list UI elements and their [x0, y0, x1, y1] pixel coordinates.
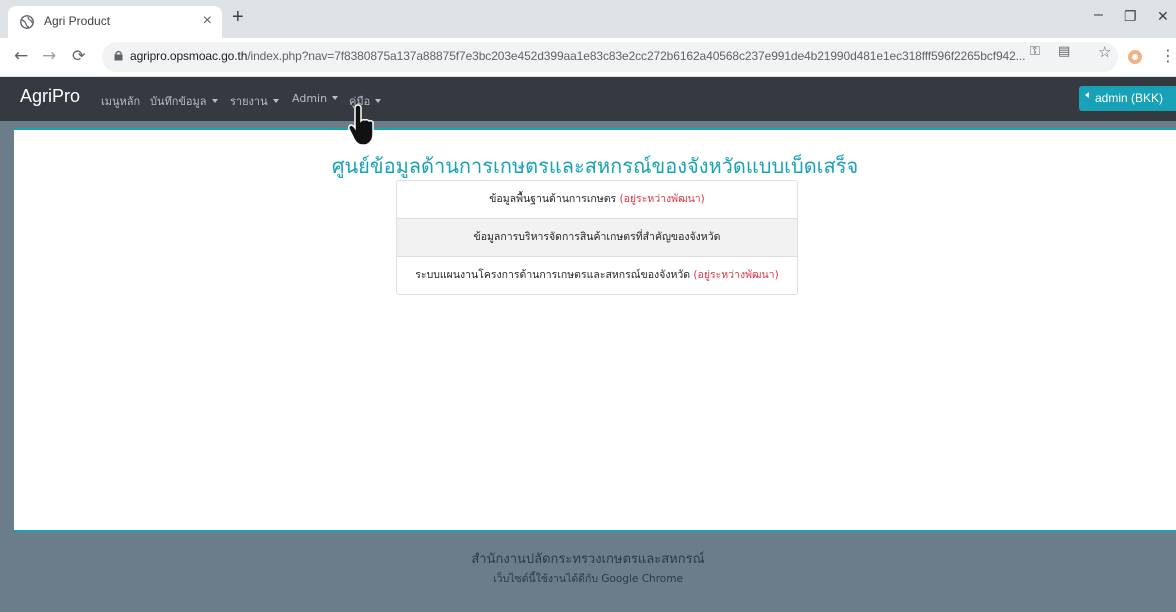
status-note: (อยู่ระหว่างพัฒนา) — [693, 269, 779, 281]
list-item-text: ระบบแผนงานโครงการด้านการเกษตรและสหกรณ์ขอ… — [415, 269, 691, 281]
list-item[interactable]: ระบบแผนงานโครงการด้านการเกษตรและสหกรณ์ขอ… — [397, 256, 797, 294]
nav-item-admin[interactable]: Admin — [292, 92, 339, 105]
address-bar[interactable]: agripro.opsmoac.go.th/index.php?nav=7f83… — [102, 42, 1118, 72]
caret-down-icon — [332, 96, 339, 100]
url-domain: agripro.opsmoac.go.th — [130, 49, 248, 63]
caret-down-icon — [375, 99, 382, 103]
key-icon[interactable]: ⚿ — [1030, 44, 1040, 59]
translate-icon[interactable]: ▤ — [1058, 44, 1070, 59]
brand-logo[interactable]: AgriPro — [20, 86, 80, 107]
reload-icon[interactable]: ⟳ — [72, 46, 85, 65]
status-note: (อยู่ระหว่างพัฒนา) — [619, 193, 705, 205]
user-button[interactable]: admin (BKK) — [1079, 86, 1176, 111]
caret-left-icon — [1085, 92, 1089, 98]
nav-label: Admin — [292, 92, 328, 105]
star-icon[interactable]: ☆ — [1098, 43, 1111, 61]
nav-item-record[interactable]: บันทึกข้อมูล — [150, 92, 218, 110]
menu-icon[interactable]: ⋮ — [1160, 46, 1176, 65]
list-item-text: ข้อมูลพื้นฐานด้านการเกษตร — [489, 193, 617, 205]
new-tab-icon[interactable]: + — [232, 6, 244, 29]
caret-down-icon — [272, 99, 279, 103]
footer-org: สำนักงานปลัดกระทรวงเกษตรและสหกรณ์ — [471, 552, 705, 567]
forward-icon[interactable]: → — [42, 46, 56, 66]
menu-list: ข้อมูลพื้นฐานด้านการเกษตร (อยู่ระหว่างพั… — [396, 180, 798, 295]
content-card: ศูนย์ข้อมูลด้านการเกษตรและสหกรณ์ของจังหว… — [14, 128, 1176, 532]
nav-item-report[interactable]: รายงาน — [230, 92, 279, 110]
caret-down-icon — [211, 99, 218, 103]
lock-icon — [114, 50, 123, 61]
hand-cursor-icon — [348, 104, 374, 146]
nav-item-home[interactable]: เมนูหลัก — [101, 92, 140, 110]
list-item[interactable]: ข้อมูลพื้นฐานด้านการเกษตร (อยู่ระหว่างพั… — [397, 181, 797, 218]
footer-note: เว็บไซต์นี้ใช้งานได้ดีกับ Google Chrome — [493, 573, 683, 585]
restore-icon[interactable]: ❐ — [1124, 8, 1137, 25]
list-item-text: ข้อมูลการบริหารจัดการสินค้าเกษตรที่สำคัญ… — [473, 231, 721, 243]
nav-label: รายงาน — [230, 95, 268, 108]
window-close-icon[interactable]: ✕ — [1157, 8, 1169, 25]
tab-title: Agri Product — [44, 14, 111, 28]
browser-tab-strip: Agri Product × + – ❐ ✕ — [0, 0, 1176, 38]
user-button-label: admin (BKK) — [1095, 91, 1164, 105]
app-navbar: AgriPro เมนูหลัก บันทึกข้อมูล รายงาน Adm… — [0, 77, 1176, 121]
browser-toolbar: ← → ⟳ agripro.opsmoac.go.th/index.php?na… — [0, 38, 1176, 77]
nav-label: เมนูหลัก — [101, 95, 141, 108]
url-text: agripro.opsmoac.go.th/index.php?nav=7f83… — [130, 49, 1025, 63]
list-item[interactable]: ข้อมูลการบริหารจัดการสินค้าเกษตรที่สำคัญ… — [397, 218, 797, 256]
tab-close-icon[interactable]: × — [203, 12, 212, 30]
page-title: ศูนย์ข้อมูลด้านการเกษตรและสหกรณ์ของจังหว… — [331, 154, 859, 178]
nav-label: บันทึกข้อมูล — [150, 95, 207, 108]
back-icon[interactable]: ← — [14, 46, 28, 66]
extension-icon[interactable] — [1127, 49, 1143, 65]
browser-tab[interactable]: Agri Product × — [8, 6, 222, 38]
globe-icon — [20, 15, 34, 29]
minimize-icon[interactable]: – — [1094, 6, 1103, 24]
url-path: /index.php?nav=7f8380875a137a88875f7e3bc… — [247, 49, 1026, 63]
